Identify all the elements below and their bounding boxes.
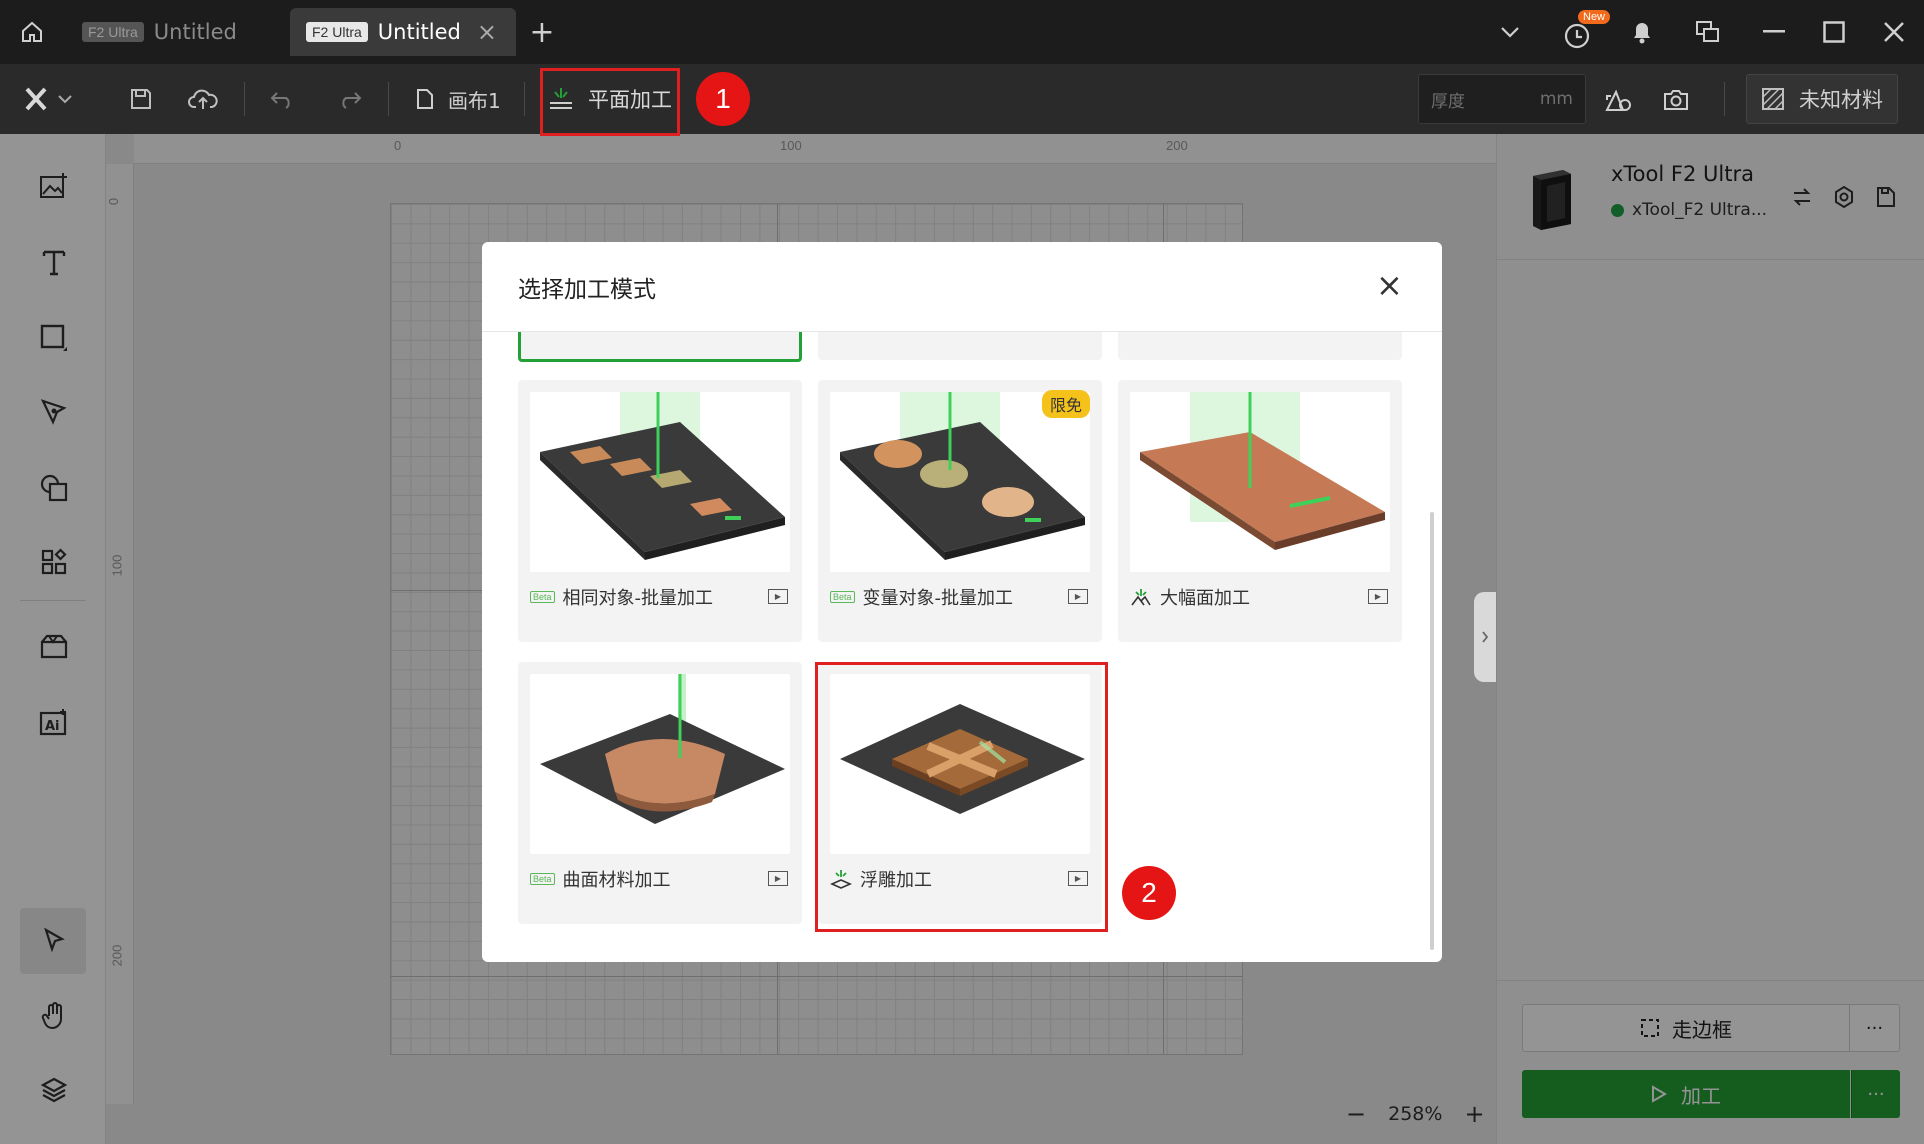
dialog-scrollbar[interactable] <box>1430 512 1434 950</box>
tab-untitled-1[interactable]: F2 Ultra Untitled <box>66 8 286 56</box>
bell-icon[interactable] <box>1622 12 1662 52</box>
card-same-object-batch[interactable]: Beta 相同对象-批量加工 ▶ <box>518 380 802 642</box>
collapse-panel-handle[interactable] <box>1474 592 1496 682</box>
auto-measure-icon[interactable] <box>1596 78 1640 122</box>
thickness-placeholder: 厚度 <box>1431 91 1465 112</box>
home-icon[interactable] <box>12 12 52 52</box>
toolbar-divider <box>244 82 245 116</box>
beta-badge: Beta <box>830 591 855 603</box>
card-label: Beta 变量对象-批量加工 <box>830 584 1013 610</box>
card-flat-process-selected[interactable] <box>518 332 802 362</box>
maximize-icon[interactable] <box>1814 12 1854 52</box>
annotation-step-2: 2 <box>1122 866 1176 920</box>
chevron-down-icon[interactable] <box>1490 12 1530 52</box>
windows-icon[interactable] <box>1688 12 1728 52</box>
card-hidden-3[interactable] <box>1118 332 1402 360</box>
card-preview-image <box>830 392 1090 572</box>
tab-title: Untitled <box>153 20 237 44</box>
material-selector[interactable]: 未知材料 <box>1746 74 1898 124</box>
dialog-close-button[interactable]: × <box>1376 266 1403 304</box>
device-badge: F2 Ultra <box>82 22 144 42</box>
camera-icon[interactable] <box>1654 78 1698 122</box>
annotation-highlight-relief <box>815 662 1108 932</box>
card-title: 变量对象-批量加工 <box>862 588 1014 609</box>
card-title: 曲面材料加工 <box>562 870 671 891</box>
video-tutorial-icon[interactable]: ▶ <box>1068 589 1088 604</box>
video-tutorial-icon[interactable]: ▶ <box>768 871 788 886</box>
thickness-input[interactable]: 厚度 mm <box>1418 74 1586 124</box>
toolbar-divider <box>388 82 389 116</box>
material-label: 未知材料 <box>1799 88 1883 112</box>
beta-badge: Beta <box>530 873 555 885</box>
card-preview-image <box>530 674 790 854</box>
annotation-highlight-process-mode <box>540 68 680 136</box>
card-large-format[interactable]: 大幅面加工 ▶ <box>1118 380 1402 642</box>
close-tab-icon[interactable]: × <box>477 18 497 46</box>
card-label: Beta 相同对象-批量加工 <box>530 584 713 610</box>
large-format-icon <box>1131 589 1151 606</box>
toolbar-divider <box>1724 82 1725 116</box>
card-hidden-2[interactable] <box>818 332 1102 360</box>
tab-title: Untitled <box>377 20 461 44</box>
title-bar: F2 Ultra Untitled F2 Ultra Untitled × + … <box>0 0 1924 64</box>
video-tutorial-icon[interactable]: ▶ <box>1368 589 1388 604</box>
beta-badge: Beta <box>530 591 555 603</box>
material-texture-icon <box>1762 88 1784 110</box>
xtool-logo-menu[interactable] <box>20 78 80 120</box>
free-limited-badge: 限免 <box>1041 390 1090 418</box>
card-preview-image <box>530 392 790 572</box>
card-title: 相同对象-批量加工 <box>562 588 714 609</box>
card-label: 大幅面加工 <box>1130 584 1250 610</box>
card-curved-surface[interactable]: Beta 曲面材料加工 ▶ <box>518 662 802 924</box>
minimize-icon[interactable] <box>1754 12 1794 52</box>
add-tab-button[interactable]: + <box>522 12 562 52</box>
toolbar-divider <box>524 82 525 116</box>
main-toolbar: 画布1 平面加工 厚度 mm 未知材料 <box>0 64 1924 134</box>
dialog-title: 选择加工模式 <box>518 277 656 303</box>
undo-icon[interactable] <box>262 78 304 120</box>
card-title: 大幅面加工 <box>1160 588 1250 609</box>
canvas-name: 画布1 <box>448 88 501 113</box>
device-badge: F2 Ultra <box>306 22 368 42</box>
thickness-unit: mm <box>1539 89 1573 109</box>
chevron-right-icon <box>1482 631 1489 643</box>
tab-untitled-2[interactable]: F2 Ultra Untitled × <box>290 8 516 56</box>
file-icon <box>417 89 433 109</box>
card-preview-image <box>1130 392 1390 572</box>
new-badge: New <box>1578 10 1611 24</box>
annotation-step-1: 1 <box>696 72 750 126</box>
redo-icon[interactable] <box>328 78 370 120</box>
cloud-upload-icon[interactable] <box>182 78 224 120</box>
close-window-icon[interactable] <box>1874 12 1914 52</box>
video-tutorial-icon[interactable]: ▶ <box>768 589 788 604</box>
canvas-selector[interactable]: 画布1 <box>416 82 501 116</box>
card-variable-object-batch[interactable]: 限免 Beta 变量对象-批量加工 ▶ <box>818 380 1102 642</box>
card-label: Beta 曲面材料加工 <box>530 866 671 892</box>
save-icon[interactable] <box>120 78 162 120</box>
